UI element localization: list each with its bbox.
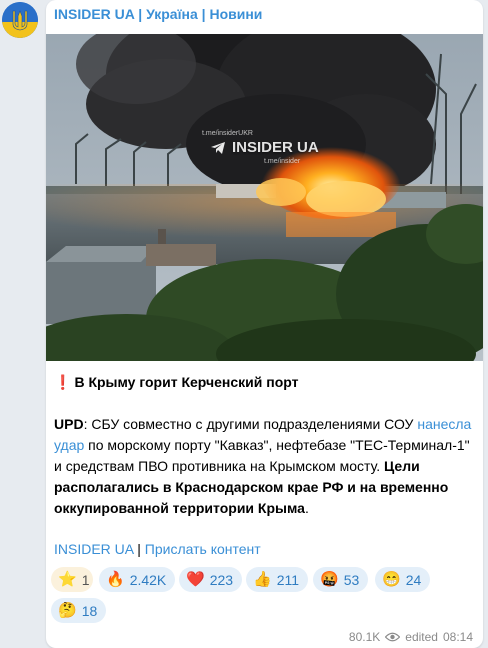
reaction-thumbs-up[interactable]: 👍 211: [246, 567, 309, 592]
reaction-count: 211: [276, 571, 300, 588]
reaction-grin[interactable]: 😁 24: [375, 567, 431, 592]
star-icon: ⭐: [58, 571, 77, 588]
reaction-count: 1: [81, 571, 90, 588]
watermark-small-top: t.me/insiderUKR: [202, 130, 253, 137]
channel-avatar[interactable]: [2, 2, 38, 38]
exclamation-icon: ❗: [54, 374, 72, 390]
edited-label: edited: [405, 630, 438, 644]
footer-links: INSIDER UA | Прислать контент: [54, 539, 261, 560]
heart-icon: ❤️: [186, 571, 205, 588]
channel-name[interactable]: INSIDER UA | Україна | Новини: [54, 6, 262, 22]
reaction-count: 18: [81, 602, 98, 619]
reaction-count: 24: [405, 571, 422, 588]
reaction-count: 2.42K: [129, 571, 167, 588]
post-headline: ❗ В Крыму горит Керченский порт: [54, 372, 478, 393]
reaction-heart[interactable]: ❤️ 223: [179, 567, 243, 592]
port-fire-image: [46, 34, 483, 361]
reaction-count: 223: [209, 571, 234, 588]
reaction-fire[interactable]: 🔥 2.42K: [99, 567, 176, 592]
telegram-icon: [211, 141, 225, 154]
post-text: ❗ В Крыму горит Керченский порт UPD: СБУ …: [54, 372, 478, 519]
reaction-thinking[interactable]: 🤔 18: [51, 598, 107, 623]
body-end: .: [304, 500, 309, 516]
message-time: 08:14: [442, 630, 473, 644]
footer-separator: |: [133, 541, 145, 557]
watermark-text: INSIDER UA: [232, 139, 319, 156]
eye-icon: [385, 632, 401, 642]
message-bubble: INSIDER UA | Україна | Новини INSIDER UA…: [46, 0, 483, 648]
thumbs-up-icon: 👍: [253, 571, 272, 588]
reaction-count: 53: [343, 571, 360, 588]
photo-watermark: INSIDER UA: [210, 139, 319, 156]
message-meta: 80.1K edited 08:14: [349, 630, 473, 644]
post-photo[interactable]: INSIDER UA t.me/insiderUKR t.me/insider: [46, 34, 483, 361]
fire-icon: 🔥: [106, 571, 125, 588]
footer-link-submit[interactable]: Прислать контент: [145, 541, 261, 557]
headline-text: В Крыму горит Керченский порт: [74, 374, 299, 390]
views-count: 80.1K: [348, 630, 381, 644]
body-part-1: : СБУ совместно с другими подразделениям…: [83, 416, 418, 432]
upd-label: UPD: [54, 416, 84, 432]
reaction-star[interactable]: ⭐ 1: [51, 567, 93, 592]
trident-icon: [2, 2, 38, 38]
thinking-face-icon: 🤔: [58, 602, 77, 619]
angry-face-icon: 🤬: [320, 571, 339, 588]
post-body: UPD: СБУ совместно с другими подразделен…: [54, 414, 478, 519]
footer-link-channel[interactable]: INSIDER UA: [54, 541, 133, 557]
watermark-small-bottom: t.me/insider: [264, 158, 301, 165]
grin-face-icon: 😁: [382, 571, 401, 588]
reaction-angry[interactable]: 🤬 53: [313, 567, 369, 592]
